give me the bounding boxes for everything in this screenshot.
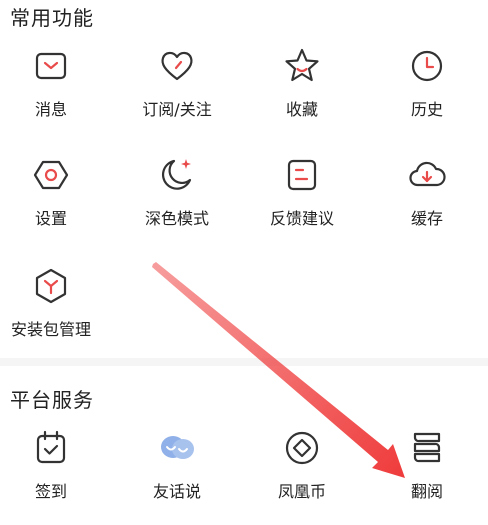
grid-item-label: 反馈建议	[269, 209, 334, 228]
section-title-common: 常用功能	[10, 6, 94, 30]
moon-icon	[161, 159, 192, 190]
grid-item-browse[interactable]: 翻阅	[366, 428, 488, 502]
coin-icon	[285, 431, 319, 465]
grid-item-dark-mode[interactable]: 深色模式	[116, 155, 238, 229]
cloud-download-icon	[409, 161, 446, 187]
hexagon-settings-icon	[33, 160, 69, 190]
grid-item-settings[interactable]: 设置	[0, 155, 112, 229]
grid-item-messages[interactable]: 消息	[0, 46, 112, 120]
grid-item-label: 收藏	[285, 100, 318, 119]
grid-item-label: 翻阅	[410, 482, 443, 501]
grid-item-favorites[interactable]: 收藏	[241, 46, 363, 120]
book-stack-icon	[413, 432, 441, 463]
grid-item-package-manager[interactable]: 安装包管理	[0, 266, 112, 340]
grid-item-label: 友话说	[152, 482, 201, 501]
grid-item-phoenix-coin[interactable]: 凤凰币	[241, 428, 363, 502]
package-icon	[35, 268, 67, 304]
mail-icon	[35, 52, 67, 80]
feedback-icon	[287, 159, 317, 191]
star-icon	[285, 48, 319, 82]
grid-item-feedback[interactable]: 反馈建议	[241, 155, 363, 229]
grid-item-label: 签到	[34, 482, 67, 501]
grid-item-checkin[interactable]: 签到	[0, 428, 112, 502]
grid-item-label: 缓存	[410, 209, 443, 228]
section-divider	[0, 358, 488, 366]
grid-item-label: 订阅/关注	[142, 100, 212, 119]
grid-item-subscribe[interactable]: 订阅/关注	[116, 46, 238, 120]
grid-item-cache[interactable]: 缓存	[366, 155, 488, 229]
grid-item-label: 消息	[34, 100, 67, 119]
grid-item-label: 凤凰币	[277, 482, 326, 501]
section-title-platform: 平台服务	[10, 388, 94, 412]
grid-item-label: 安装包管理	[10, 320, 91, 339]
heart-icon	[161, 51, 193, 81]
grid-item-label: 历史	[410, 100, 443, 119]
grid-item-label: 设置	[34, 209, 67, 228]
grid-item-history[interactable]: 历史	[366, 46, 488, 120]
clock-icon	[411, 50, 443, 82]
grid-item-friend-talk[interactable]: 友话说	[116, 428, 238, 502]
chat-bubbles-icon	[161, 436, 194, 459]
grid-item-label: 深色模式	[144, 209, 209, 228]
checkin-calendar-icon	[36, 430, 66, 464]
